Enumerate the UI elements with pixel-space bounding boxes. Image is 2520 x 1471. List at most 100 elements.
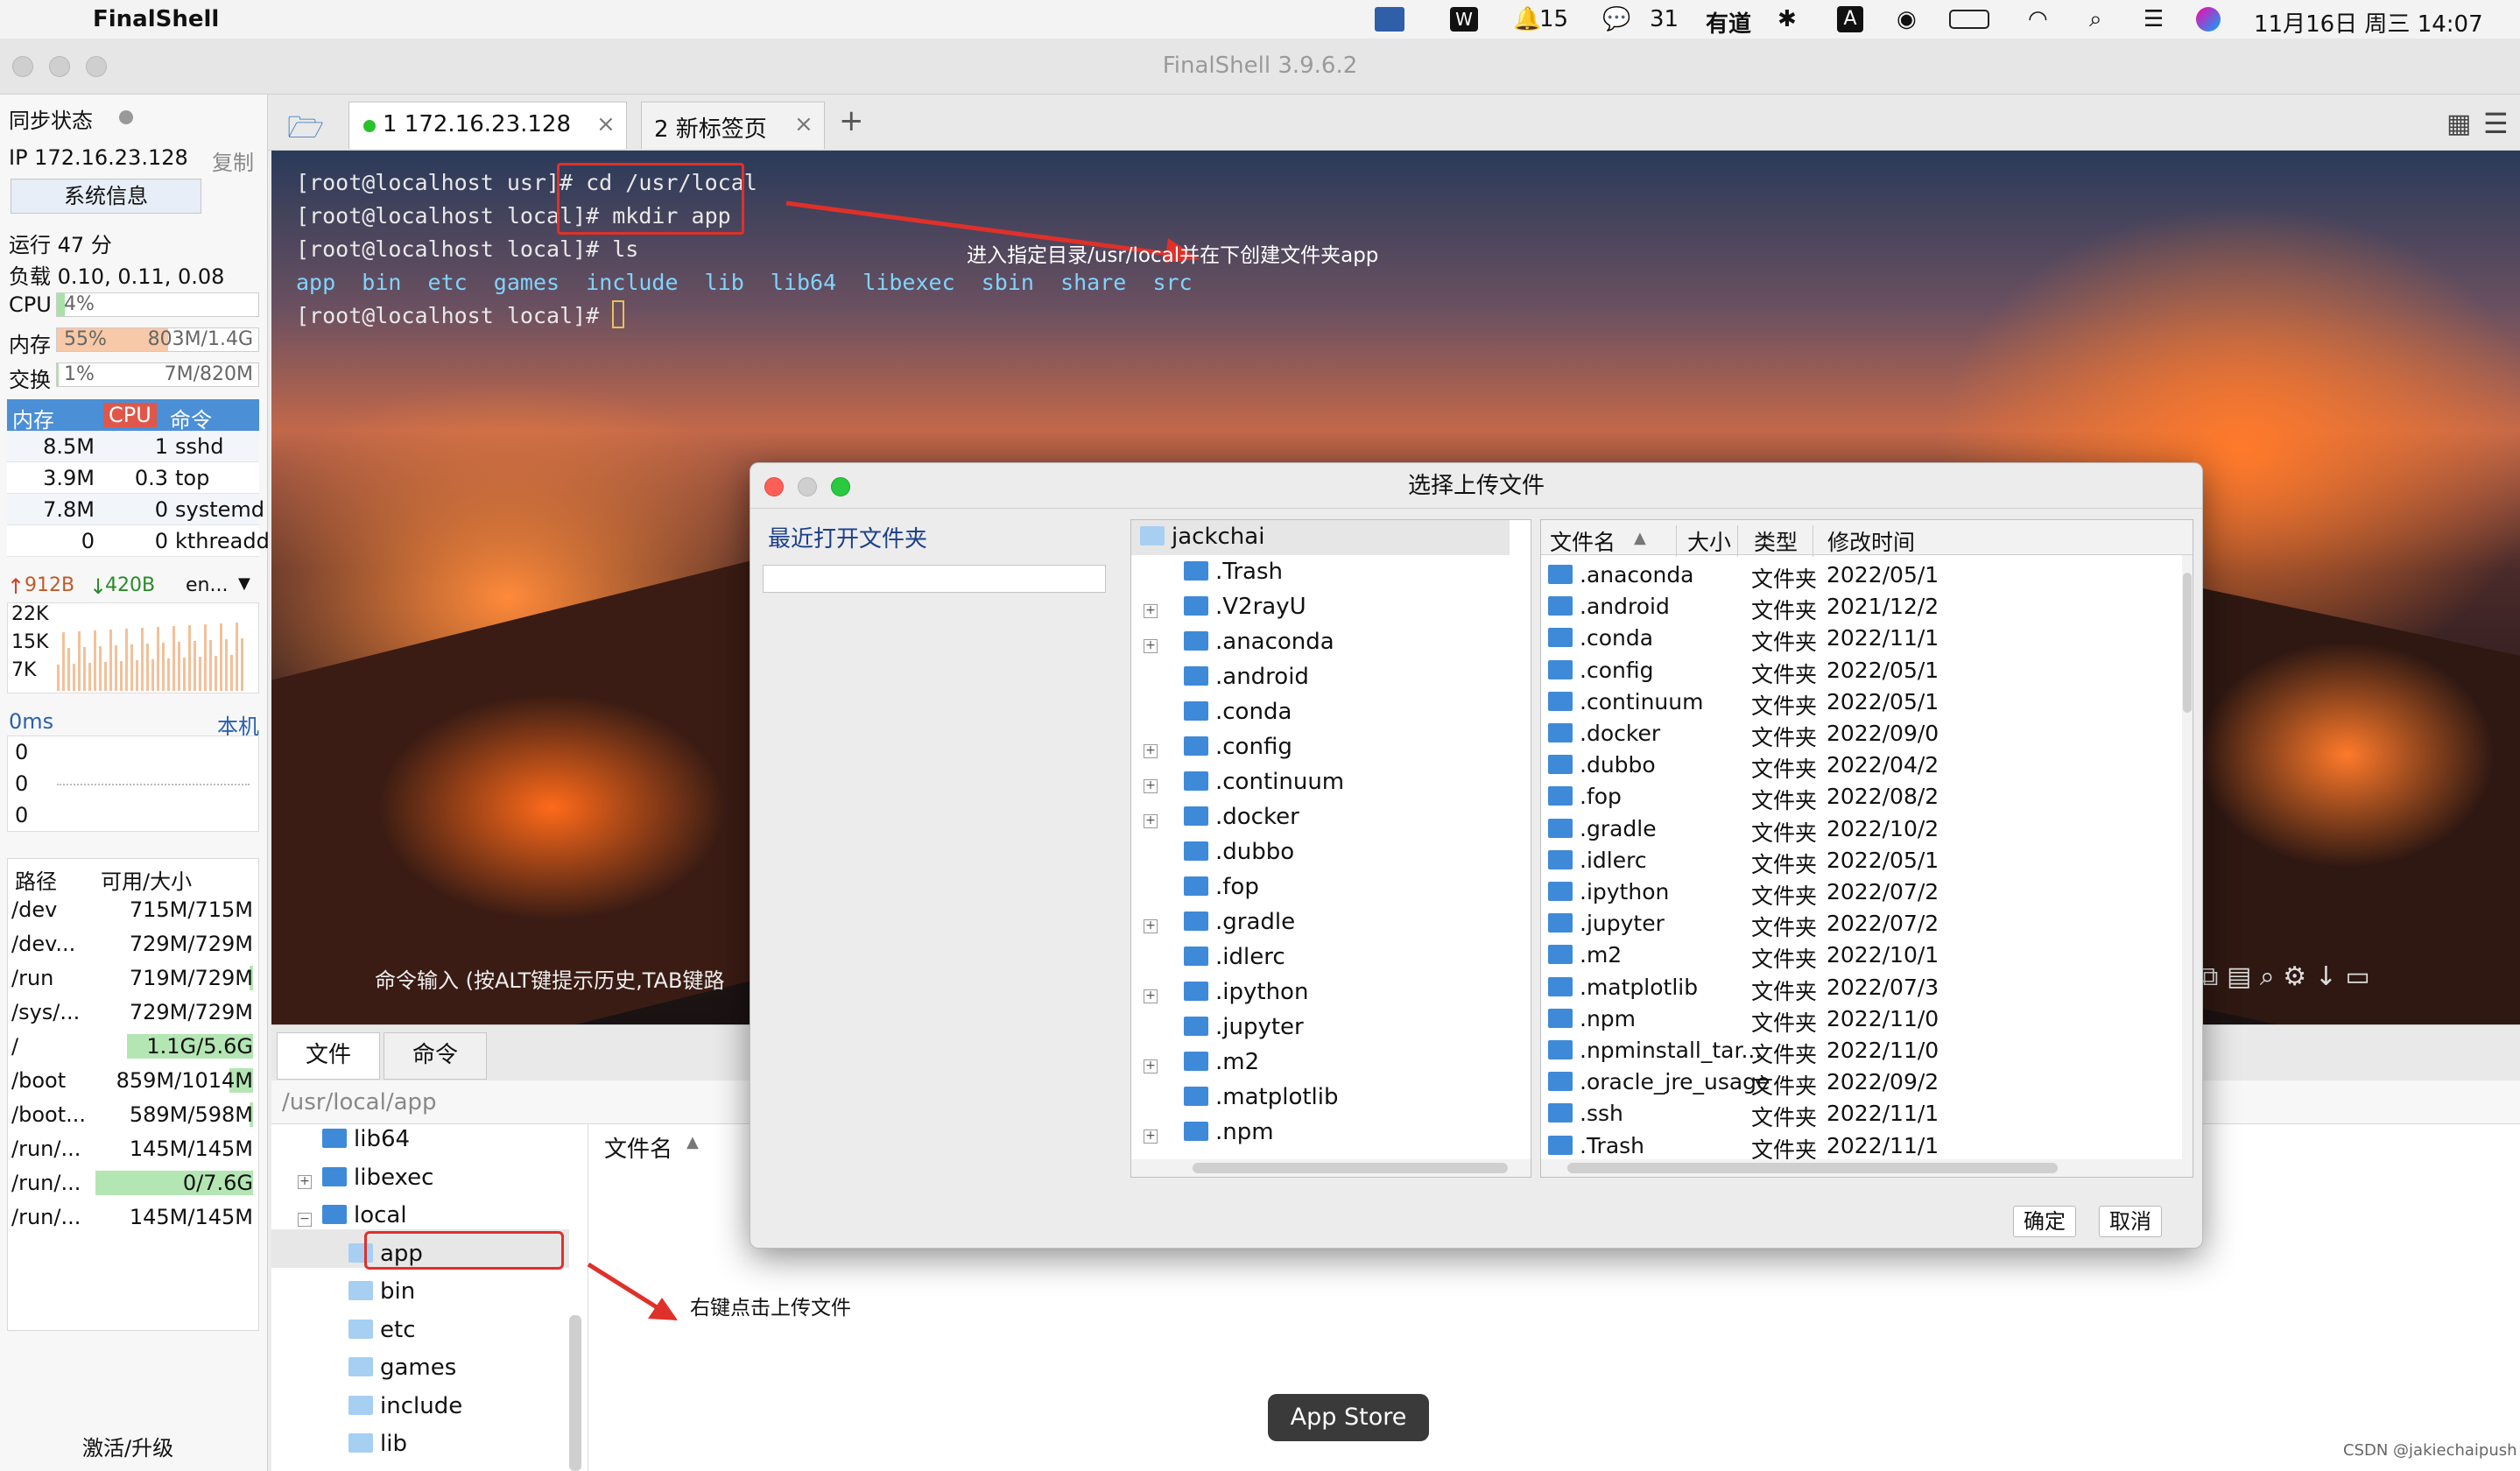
tree-node[interactable]: .config	[1184, 734, 1292, 760]
recent-folders-list[interactable]	[763, 565, 1106, 593]
tree-node[interactable]: .idlerc	[1184, 944, 1285, 970]
tree-node[interactable]: libexec	[322, 1165, 433, 1191]
col-filename[interactable]: 文件名	[604, 1131, 672, 1164]
search-icon[interactable]: ⌕	[2089, 6, 2102, 33]
battery-icon[interactable]	[1949, 10, 1989, 29]
download-icon[interactable]: ↓	[2315, 961, 2337, 992]
tree-node[interactable]: .m2	[1184, 1049, 1259, 1075]
tree-node[interactable]: .fop	[1184, 874, 1259, 900]
disk-row[interactable]: /sys/... 729M/729M	[8, 996, 258, 1028]
tree-node[interactable]: .gradle	[1184, 909, 1295, 935]
siri-icon[interactable]	[2196, 7, 2221, 32]
file-row[interactable]: .oracle_jre_usage 文件夹 2022/09/2	[1541, 1066, 2193, 1099]
file-row[interactable]: .conda 文件夹 2022/11/1	[1541, 622, 2193, 655]
copy-ip-button[interactable]: 复制	[212, 145, 254, 176]
expand-toggle-icon[interactable]: +	[1144, 989, 1158, 1003]
col-path[interactable]: 路径	[15, 864, 57, 895]
tree-node[interactable]: .ipython	[1184, 979, 1308, 1005]
col-size[interactable]: 大小	[1676, 525, 1731, 557]
system-info-button[interactable]: 系统信息	[11, 179, 201, 214]
file-row[interactable]: .jupyter 文件夹 2022/07/2	[1541, 907, 2193, 940]
tab-session-1[interactable]: 1 172.16.23.128 ×	[348, 102, 627, 149]
tree-node[interactable]: .npm	[1184, 1119, 1274, 1145]
menu-icon[interactable]: ☰	[2483, 107, 2509, 140]
tree-node[interactable]: .matplotlib	[1184, 1084, 1339, 1110]
expand-toggle-icon[interactable]: −	[298, 1213, 312, 1227]
file-row[interactable]: .npm 文件夹 2022/11/0	[1541, 1003, 2193, 1036]
file-row[interactable]: .m2 文件夹 2022/10/1	[1541, 939, 2193, 972]
expand-toggle-icon[interactable]: +	[1144, 814, 1158, 828]
dialog-minimize-button[interactable]	[798, 477, 817, 496]
expand-toggle-icon[interactable]: +	[1144, 1059, 1158, 1073]
list-vscrollbar[interactable]	[2183, 573, 2192, 713]
tree-node[interactable]: lib	[348, 1431, 407, 1457]
expand-toggle-icon[interactable]: +	[298, 1174, 312, 1189]
input-method-icon[interactable]: A	[1837, 6, 1863, 32]
tree-scrollbar[interactable]	[569, 1315, 581, 1471]
file-row[interactable]: .npminstall_tar... 文件夹 2022/11/0	[1541, 1034, 2193, 1067]
ok-button[interactable]: 确定	[2013, 1206, 2076, 1237]
user-icon[interactable]: ◉	[1897, 6, 1917, 32]
file-row[interactable]: .fop 文件夹 2022/08/2	[1541, 780, 2193, 813]
expand-toggle-icon[interactable]: +	[1144, 1130, 1158, 1144]
tree-node[interactable]: .V2rayU	[1184, 594, 1306, 620]
cancel-button[interactable]: 取消	[2099, 1206, 2162, 1237]
tree-node[interactable]: .continuum	[1184, 769, 1344, 795]
layout-grid-icon[interactable]: ▦	[2446, 109, 2471, 139]
tree-node[interactable]: .docker	[1184, 804, 1299, 830]
col-cpu[interactable]: CPU	[103, 403, 157, 427]
close-icon[interactable]: ×	[794, 111, 813, 137]
tab-files[interactable]: 文件	[277, 1032, 380, 1080]
tree-node[interactable]: .anaconda	[1184, 629, 1334, 655]
file-row[interactable]: .ssh 文件夹 2022/11/1	[1541, 1097, 2193, 1130]
col-memory[interactable]: 内存	[12, 403, 54, 433]
col-command[interactable]: 命令	[170, 403, 212, 433]
close-icon[interactable]: ×	[596, 111, 616, 137]
window-icon[interactable]: ▭	[2345, 961, 2369, 992]
wps-icon[interactable]: W	[1450, 7, 1478, 32]
dialog-zoom-button[interactable]	[831, 477, 850, 496]
process-row[interactable]: 8.5M 1 sshd	[7, 431, 259, 462]
paste-icon[interactable]: ▤	[2227, 961, 2251, 992]
bluetooth-icon[interactable]: ✱	[1777, 6, 1797, 32]
disk-row[interactable]: /dev 715M/715M	[8, 894, 258, 926]
command-input-hint[interactable]: 命令输入 (按ALT键提示历史,TAB键路	[375, 963, 724, 994]
disk-row[interactable]: /boot... 589M/598M	[8, 1099, 258, 1130]
disk-row[interactable]: /dev... 729M/729M	[8, 928, 258, 960]
disk-row[interactable]: /run/... 145M/145M	[8, 1201, 258, 1233]
disk-row[interactable]: / 1.1G/5.6G	[8, 1031, 258, 1062]
file-row[interactable]: .continuum 文件夹 2022/05/1	[1541, 686, 2193, 719]
tree-node[interactable]: games	[348, 1355, 456, 1381]
file-row[interactable]: .config 文件夹 2022/05/1	[1541, 654, 2193, 687]
tree-root[interactable]: jackchai	[1140, 524, 1264, 550]
wechat-icon[interactable]: 💬	[1602, 6, 1630, 32]
expand-toggle-icon[interactable]: +	[1144, 744, 1158, 758]
tree-node[interactable]: .Trash	[1184, 559, 1283, 585]
process-row[interactable]: 7.8M 0 systemd	[7, 494, 264, 525]
add-tab-button[interactable]: +	[839, 103, 864, 138]
file-row[interactable]: .matplotlib 文件夹 2022/07/3	[1541, 971, 2193, 1004]
tree-node[interactable]: include	[348, 1393, 462, 1419]
screen-capture-icon[interactable]	[1375, 7, 1404, 32]
tab-commands[interactable]: 命令	[384, 1032, 487, 1080]
gear-icon[interactable]: ⚙	[2283, 961, 2306, 992]
file-row[interactable]: .gradle 文件夹 2022/10/2	[1541, 813, 2193, 846]
col-available-size[interactable]: 可用/大小	[101, 864, 192, 895]
search-icon[interactable]: ⌕	[2260, 961, 2275, 992]
net-interface-select[interactable]: en...	[186, 574, 228, 596]
file-row[interactable]: .docker 文件夹 2022/09/0	[1541, 717, 2193, 750]
tab-session-2[interactable]: 2 新标签页 ×	[641, 102, 825, 149]
clock[interactable]: 11月16日 周三 14:07	[2254, 6, 2483, 39]
col-modified[interactable]: 修改时间	[1813, 525, 1915, 557]
list-hscrollbar[interactable]	[1567, 1163, 2058, 1173]
tree-node[interactable]: lib64	[322, 1126, 410, 1152]
file-row[interactable]: .ipython 文件夹 2022/07/2	[1541, 876, 2193, 909]
tree-node[interactable]: etc	[348, 1317, 416, 1343]
col-name[interactable]: 文件名	[1550, 525, 1615, 557]
tree-node[interactable]: .android	[1184, 664, 1309, 690]
expand-toggle-icon[interactable]: +	[1144, 604, 1158, 618]
wifi-icon[interactable]: ◠	[2028, 6, 2048, 32]
disk-row[interactable]: /run/... 0/7.6G	[8, 1167, 258, 1199]
file-row[interactable]: .anaconda 文件夹 2022/05/1	[1541, 559, 2193, 592]
app-menu-name[interactable]: FinalShell	[93, 6, 219, 32]
